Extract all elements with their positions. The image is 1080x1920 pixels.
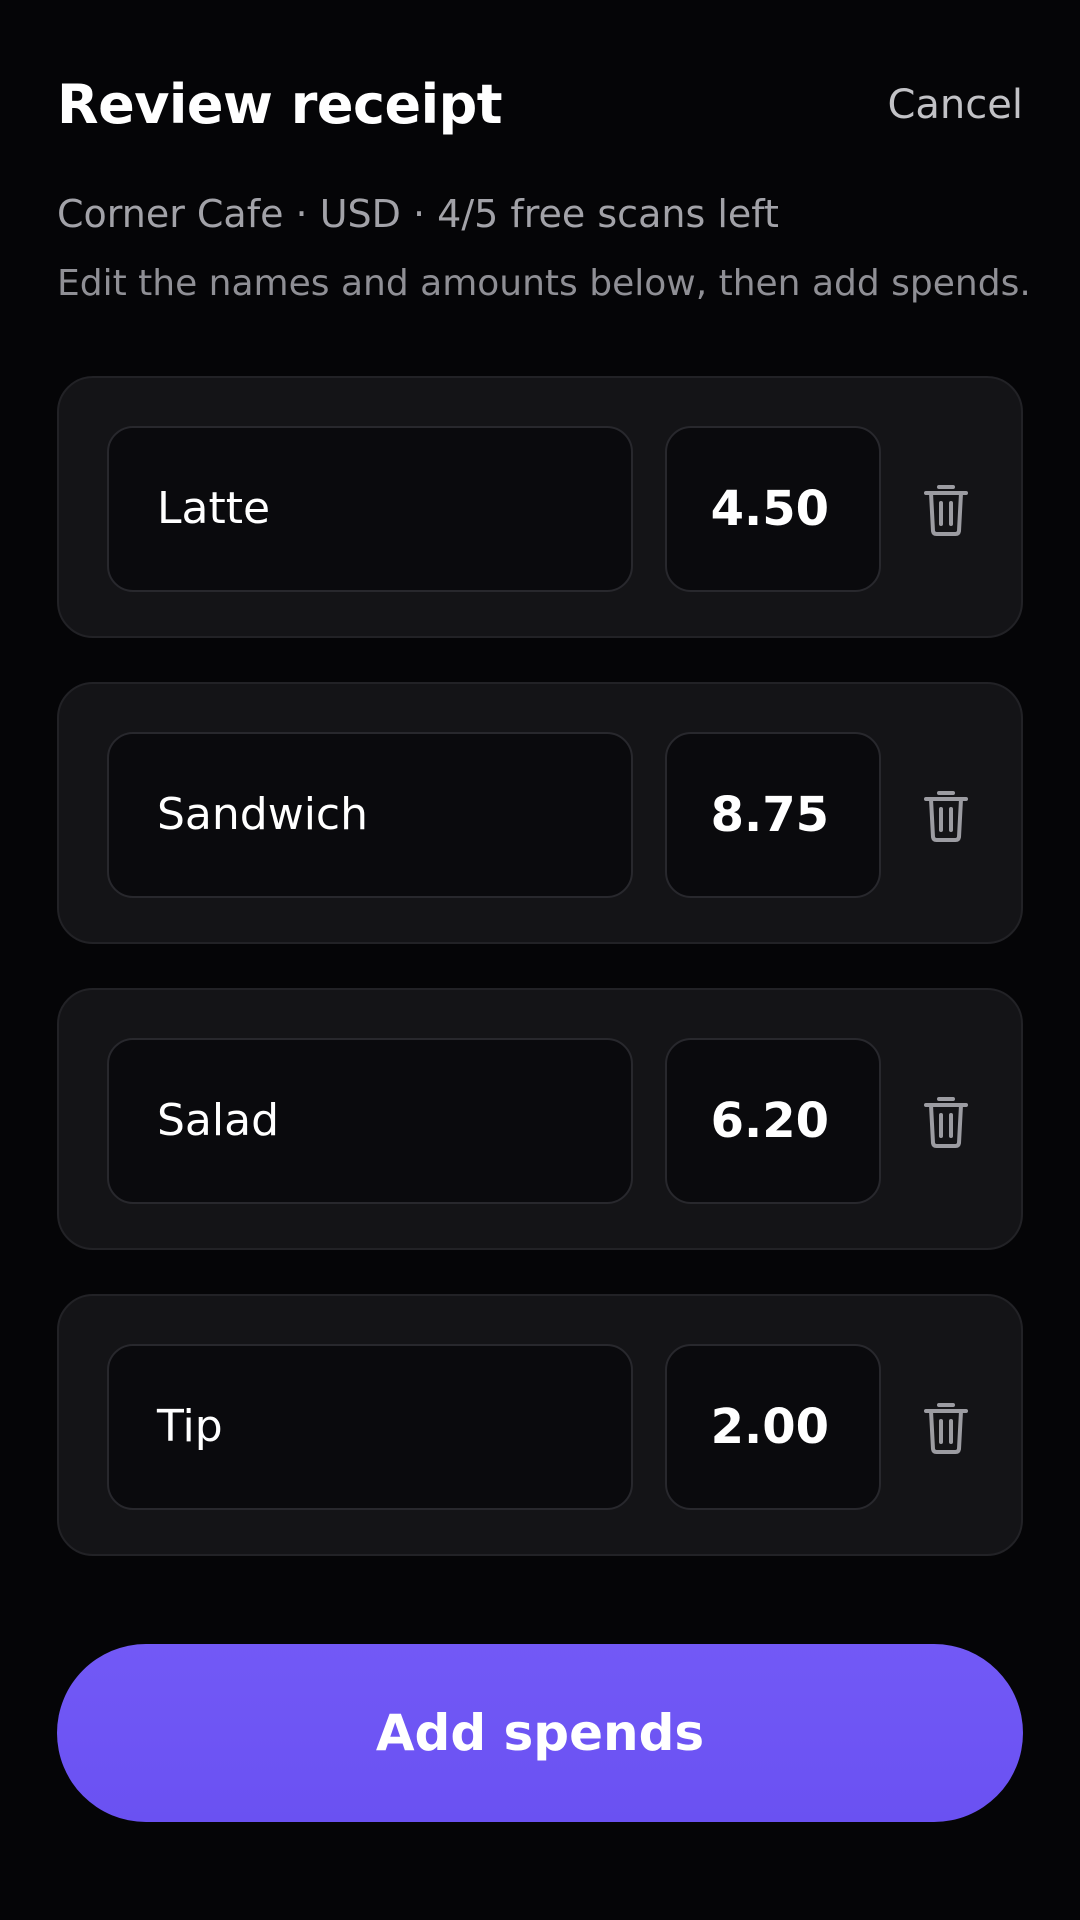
delete-item-button[interactable] xyxy=(911,1086,981,1156)
item-amount-input[interactable]: 8.75 xyxy=(665,732,881,898)
item-name-input[interactable]: Tip xyxy=(107,1344,633,1510)
cancel-button[interactable]: Cancel xyxy=(887,70,1023,140)
trash-icon xyxy=(924,485,968,536)
delete-item-button[interactable] xyxy=(911,474,981,544)
trash-icon xyxy=(924,1097,968,1148)
trash-icon xyxy=(924,1403,968,1454)
receipt-item-row: Salad 6.20 xyxy=(57,988,1023,1250)
delete-item-button[interactable] xyxy=(911,1392,981,1462)
header: Review receipt Cancel xyxy=(57,70,1023,140)
instructions-text: Edit the names and amounts below, then a… xyxy=(57,263,1031,304)
item-name-input[interactable]: Latte xyxy=(107,426,633,592)
item-amount-input[interactable]: 2.00 xyxy=(665,1344,881,1510)
receipt-item-row: Latte 4.50 xyxy=(57,376,1023,638)
receipt-item-row: Sandwich 8.75 xyxy=(57,682,1023,944)
receipt-meta: Corner Cafe · USD · 4/5 free scans left xyxy=(57,192,779,236)
add-spends-button[interactable]: Add spends xyxy=(57,1644,1023,1822)
item-name-input[interactable]: Salad xyxy=(107,1038,633,1204)
item-amount-input[interactable]: 4.50 xyxy=(665,426,881,592)
delete-item-button[interactable] xyxy=(911,780,981,850)
page-title: Review receipt xyxy=(57,73,503,136)
item-amount-input[interactable]: 6.20 xyxy=(665,1038,881,1204)
receipt-item-row: Tip 2.00 xyxy=(57,1294,1023,1556)
receipt-items-list: Latte 4.50 Sandwich 8.75 Salad 6.20 Tip … xyxy=(57,376,1023,1600)
trash-icon xyxy=(924,791,968,842)
item-name-input[interactable]: Sandwich xyxy=(107,732,633,898)
